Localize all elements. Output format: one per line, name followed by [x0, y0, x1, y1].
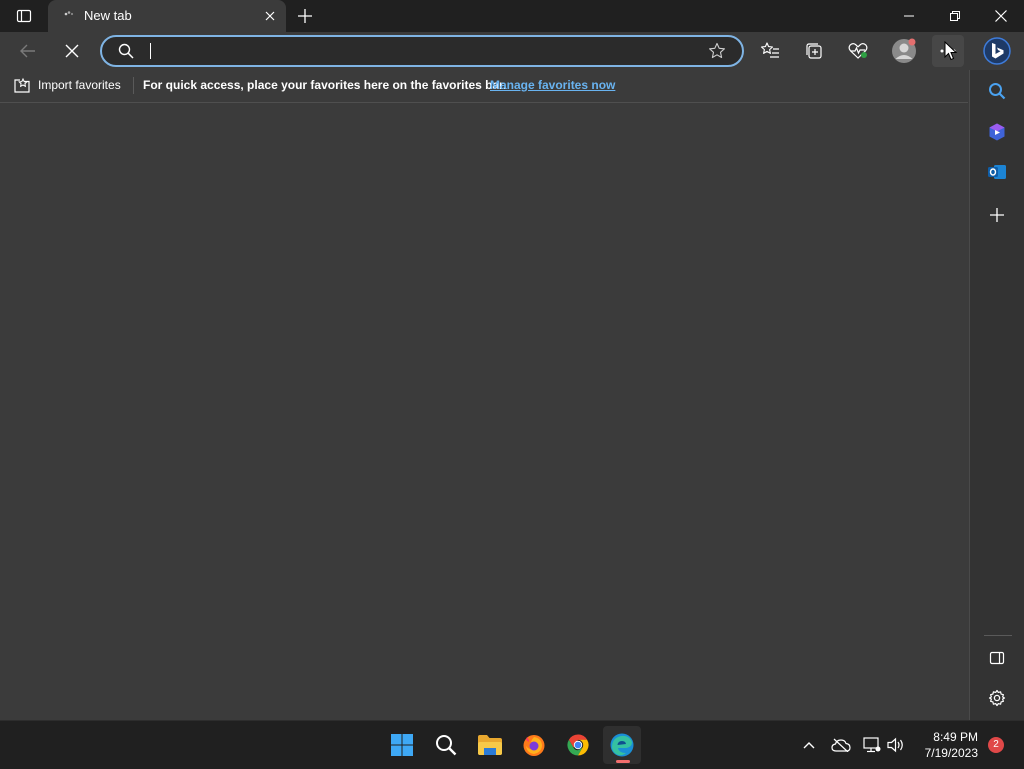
favorites-bar-message: For quick access, place your favorites h…: [143, 78, 507, 92]
avatar: [891, 38, 917, 64]
search-icon: [988, 82, 1006, 100]
collections-button[interactable]: [798, 35, 830, 67]
start-button[interactable]: [383, 726, 421, 764]
favorites-button[interactable]: [754, 35, 786, 67]
clock-date: 7/19/2023: [924, 746, 978, 760]
tab-close-button[interactable]: [262, 8, 278, 24]
profile-button[interactable]: [888, 35, 920, 67]
address-bar[interactable]: [100, 35, 744, 67]
speaker-icon: [887, 737, 905, 753]
active-app-indicator: [616, 760, 630, 763]
search-icon: [118, 43, 134, 59]
heart-pulse-icon: [847, 41, 869, 61]
mouse-cursor-icon: [944, 41, 958, 61]
folder-icon: [477, 734, 503, 756]
bing-logo-icon: [983, 37, 1011, 65]
games-icon: [987, 122, 1007, 142]
firefox-icon: [522, 733, 546, 757]
restore-button[interactable]: [932, 0, 978, 32]
tab-actions-button[interactable]: [6, 4, 42, 28]
windows-logo-icon: [390, 733, 414, 757]
browser-essentials-button[interactable]: [842, 35, 874, 67]
new-tab-button[interactable]: [292, 4, 318, 28]
taskbar-search-button[interactable]: [427, 726, 465, 764]
favorites-bar: Import favorites For quick access, place…: [0, 70, 968, 103]
plus-icon: [298, 9, 312, 23]
restore-icon: [950, 11, 960, 21]
file-explorer-button[interactable]: [471, 726, 509, 764]
sidebar-search-button[interactable]: [982, 76, 1012, 106]
volume-tray-button[interactable]: [886, 735, 906, 755]
plus-icon: [990, 208, 1004, 222]
page-content: [0, 103, 968, 720]
loading-spinner-icon: [62, 8, 78, 24]
sidebar-divider: [984, 635, 1012, 636]
chevron-up-icon: [803, 741, 815, 749]
sidebar-settings-button[interactable]: [982, 683, 1012, 713]
show-hidden-icons-button[interactable]: [799, 735, 819, 755]
edge-icon: [609, 732, 635, 758]
clock[interactable]: 8:49 PM 7/19/2023: [910, 729, 978, 761]
gear-icon: [988, 689, 1006, 707]
taskbar: 8:49 PM 7/19/2023 2: [0, 720, 1024, 769]
close-window-button[interactable]: [978, 0, 1024, 32]
close-icon: [65, 44, 79, 58]
firefox-button[interactable]: [515, 726, 553, 764]
sidebar-outlook-button[interactable]: [982, 157, 1012, 187]
chrome-icon: [566, 733, 590, 757]
back-button[interactable]: [12, 35, 44, 67]
toolbar: [0, 32, 1024, 70]
outlook-icon: [987, 162, 1007, 182]
stop-loading-button[interactable]: [56, 35, 88, 67]
address-input[interactable]: [148, 40, 692, 64]
favorites-star-list-icon: [760, 41, 780, 61]
notification-badge[interactable]: 2: [988, 737, 1004, 753]
onedrive-tray-button[interactable]: [831, 735, 851, 755]
sidebar-add-button[interactable]: [982, 200, 1012, 230]
hide-sidebar-button[interactable]: [982, 643, 1012, 673]
edge-sidebar: [969, 70, 1024, 720]
bing-chat-button[interactable]: [980, 35, 1014, 67]
favorites-divider: [133, 77, 134, 94]
sidebar-games-button[interactable]: [982, 117, 1012, 147]
minimize-button[interactable]: [886, 0, 932, 32]
minimize-icon: [904, 11, 914, 21]
add-favorite-star-icon[interactable]: [708, 42, 726, 60]
text-caret: [150, 43, 151, 59]
manage-favorites-link[interactable]: Manage favorites now: [490, 78, 615, 92]
sidebar-panel-icon: [989, 650, 1005, 666]
close-icon: [995, 10, 1007, 22]
edge-button[interactable]: [603, 726, 641, 764]
title-bar: New tab: [0, 0, 1024, 32]
import-favorites-icon[interactable]: [13, 77, 31, 95]
search-icon: [435, 734, 457, 756]
network-tray-button[interactable]: [862, 735, 882, 755]
tab-new-tab[interactable]: New tab: [48, 0, 286, 32]
chrome-button[interactable]: [559, 726, 597, 764]
clock-time: 8:49 PM: [933, 730, 978, 744]
arrow-left-icon: [19, 42, 37, 60]
tab-actions-icon: [16, 8, 32, 24]
collections-icon: [804, 41, 824, 61]
import-favorites-button[interactable]: Import favorites: [38, 78, 121, 92]
cloud-offline-icon: [831, 738, 851, 752]
network-icon: [863, 737, 881, 753]
tab-title: New tab: [84, 8, 132, 23]
